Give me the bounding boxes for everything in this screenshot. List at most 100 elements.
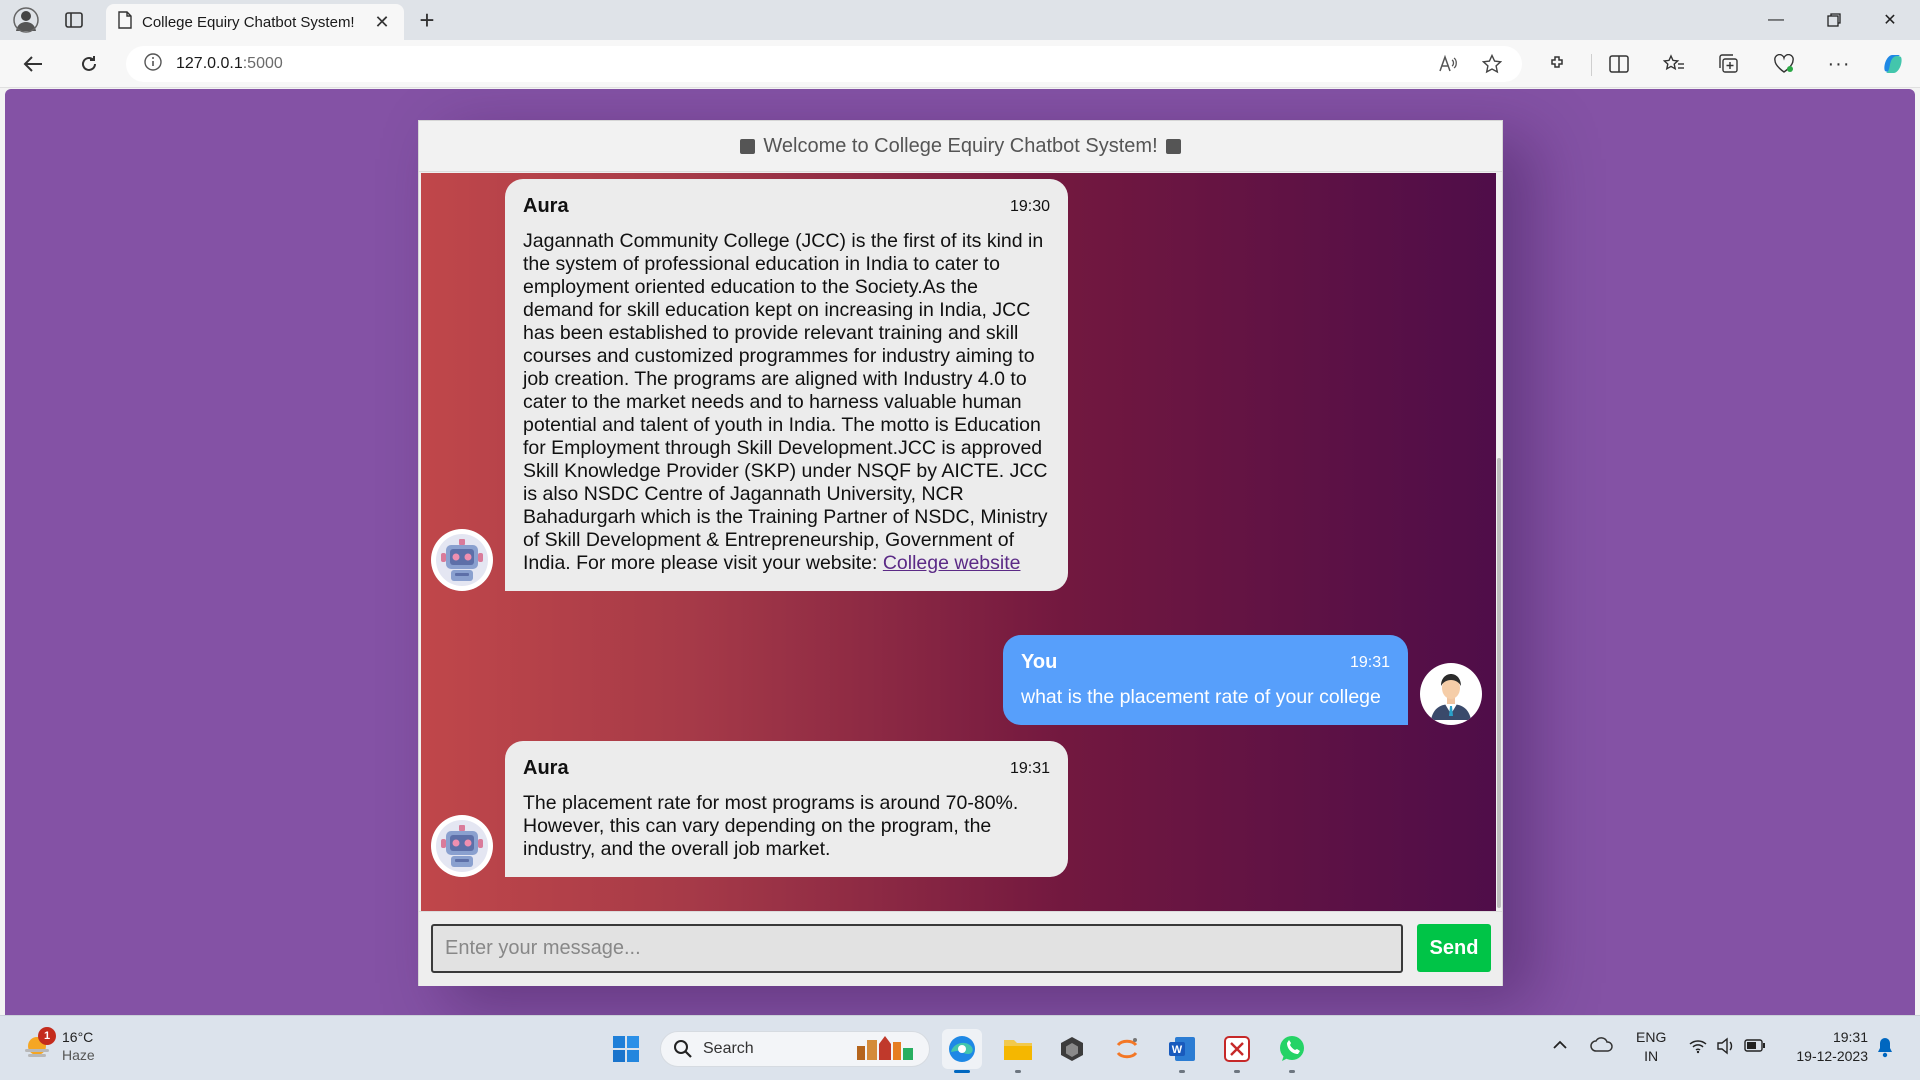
message-time: 19:30	[1009, 198, 1050, 215]
message-time: 19:31	[1009, 760, 1050, 777]
chat-header: Welcome to College Equiry Chatbot System…	[419, 121, 1502, 172]
weather-desc: Haze	[62, 1047, 95, 1063]
college-website-link[interactable]: College website	[883, 552, 1021, 574]
message-text: what is the placement rate of your colle…	[1021, 686, 1381, 708]
user-avatar	[1420, 663, 1482, 725]
message-header: You 19:31	[1021, 651, 1390, 674]
bot-message: Aura 19:30 Jagannath Community College (…	[431, 179, 1068, 591]
clock-date: 19-12-2023	[1796, 1048, 1868, 1064]
snipping-tool-icon[interactable]	[1217, 1029, 1257, 1073]
notification-bell-icon[interactable]	[1876, 1036, 1894, 1063]
minimize-button[interactable]: —	[1748, 0, 1804, 40]
message-time: 19:31	[1349, 654, 1390, 671]
sender-name: You	[1021, 651, 1058, 673]
message-body: Jagannath Community College (JCC) is the…	[523, 230, 1048, 574]
running-indicator	[1289, 1070, 1295, 1073]
message-header: Aura 19:31	[523, 757, 1050, 780]
scrollbar-thumb[interactable]	[1497, 458, 1501, 908]
language-indicator[interactable]: ENG IN	[1636, 1028, 1666, 1066]
tab-title: College Equiry Chatbot System!	[142, 13, 355, 31]
close-window-button[interactable]: ✕	[1862, 0, 1918, 40]
unity-app-icon[interactable]	[1052, 1029, 1092, 1069]
url-host: 127.0.0.1	[176, 55, 243, 72]
search-highlight-icon	[853, 1032, 917, 1067]
message-input-area: Send	[419, 911, 1502, 986]
favorite-star-icon[interactable]	[1481, 53, 1503, 79]
wifi-icon[interactable]	[1688, 1038, 1708, 1059]
chat-window: Welcome to College Equiry Chatbot System…	[418, 120, 1503, 986]
collections-icon[interactable]	[1712, 48, 1746, 80]
extensions-icon[interactable]	[1541, 48, 1575, 80]
robot-icon	[436, 534, 488, 586]
show-hidden-icons-chevron-icon[interactable]	[1552, 1038, 1568, 1056]
weather-temp: 16°C	[62, 1029, 94, 1045]
bot-message: Aura 19:31 The placement rate for most p…	[431, 741, 1068, 877]
edge-browser-icon[interactable]	[942, 1029, 982, 1073]
bot-avatar	[431, 815, 493, 877]
page-viewport: Welcome to College Equiry Chatbot System…	[5, 89, 1915, 1015]
jupyter-icon[interactable]	[1107, 1029, 1147, 1069]
bot-avatar	[431, 529, 493, 591]
header-emoji-icon	[740, 138, 756, 154]
read-aloud-icon[interactable]	[1438, 54, 1458, 79]
profile-icon[interactable]	[10, 6, 42, 34]
businessman-icon	[1424, 667, 1478, 721]
send-button[interactable]: Send	[1417, 924, 1491, 972]
workspaces-icon[interactable]	[58, 6, 90, 34]
running-indicator	[1234, 1070, 1240, 1073]
browser-essentials-icon[interactable]	[1767, 48, 1801, 80]
header-emoji-icon	[1165, 138, 1181, 154]
restore-button[interactable]	[1806, 0, 1862, 40]
windows-taskbar: 1 16°C Haze Search W ENG IN 19:31 19-12-…	[0, 1015, 1920, 1080]
address-bar[interactable]: 127.0.0.1:5000	[126, 46, 1522, 82]
bot-message-bubble: Aura 19:31 The placement rate for most p…	[505, 741, 1068, 877]
browser-toolbar: 127.0.0.1:5000 ···	[0, 40, 1920, 88]
onedrive-cloud-icon[interactable]	[1590, 1036, 1614, 1057]
chat-scrollbar[interactable]	[1496, 173, 1502, 911]
more-options-icon[interactable]: ···	[1822, 48, 1856, 80]
weather-icon: 1	[22, 1026, 56, 1064]
info-icon[interactable]	[144, 52, 162, 76]
language-bottom: IN	[1644, 1048, 1659, 1064]
weather-badge: 1	[38, 1026, 56, 1045]
file-explorer-icon[interactable]	[998, 1029, 1038, 1073]
message-input[interactable]	[431, 924, 1403, 973]
whatsapp-icon[interactable]	[1272, 1029, 1312, 1073]
toolbar-divider	[1591, 54, 1592, 76]
taskbar-search[interactable]: Search	[660, 1031, 930, 1067]
browser-tab-strip: College Equiry Chatbot System! ✕ + — ✕	[0, 0, 1920, 40]
page-icon	[118, 10, 132, 34]
word-icon[interactable]: W	[1162, 1029, 1202, 1073]
battery-icon[interactable]	[1744, 1039, 1766, 1057]
new-tab-button[interactable]: +	[412, 5, 442, 35]
url-text[interactable]: 127.0.0.1:5000	[176, 55, 283, 73]
user-message: You 19:31 what is the placement rate of …	[1003, 635, 1482, 725]
system-clock[interactable]: 19:31 19-12-2023	[1786, 1028, 1868, 1066]
chat-messages-area[interactable]: Aura 19:30 Jagannath Community College (…	[421, 173, 1496, 911]
search-label: Search	[703, 1040, 754, 1057]
weather-widget[interactable]: 1 16°C Haze	[22, 1026, 95, 1064]
chat-title: Welcome to College Equiry Chatbot System…	[763, 134, 1158, 157]
sender-name: Aura	[523, 757, 569, 779]
sender-name: Aura	[523, 195, 569, 217]
message-text: The placement rate for most programs is …	[523, 792, 1019, 860]
close-tab-icon[interactable]: ✕	[372, 12, 392, 32]
bot-message-bubble: Aura 19:30 Jagannath Community College (…	[505, 179, 1068, 591]
robot-icon	[436, 820, 488, 872]
message-header: Aura 19:30	[523, 195, 1050, 218]
running-indicator	[954, 1070, 970, 1073]
running-indicator	[1015, 1070, 1021, 1073]
search-icon	[674, 1040, 692, 1058]
volume-icon[interactable]	[1716, 1037, 1736, 1060]
language-top: ENG	[1636, 1029, 1667, 1045]
copilot-icon[interactable]	[1876, 48, 1910, 80]
browser-tab-active[interactable]: College Equiry Chatbot System! ✕	[106, 4, 404, 40]
split-screen-icon[interactable]	[1602, 48, 1636, 80]
favorites-icon[interactable]	[1657, 48, 1691, 80]
running-indicator	[1179, 1070, 1185, 1073]
refresh-icon[interactable]	[72, 48, 106, 80]
clock-time: 19:31	[1832, 1029, 1868, 1045]
start-button[interactable]	[606, 1029, 646, 1069]
user-message-bubble: You 19:31 what is the placement rate of …	[1003, 635, 1408, 725]
back-icon[interactable]	[16, 48, 50, 80]
